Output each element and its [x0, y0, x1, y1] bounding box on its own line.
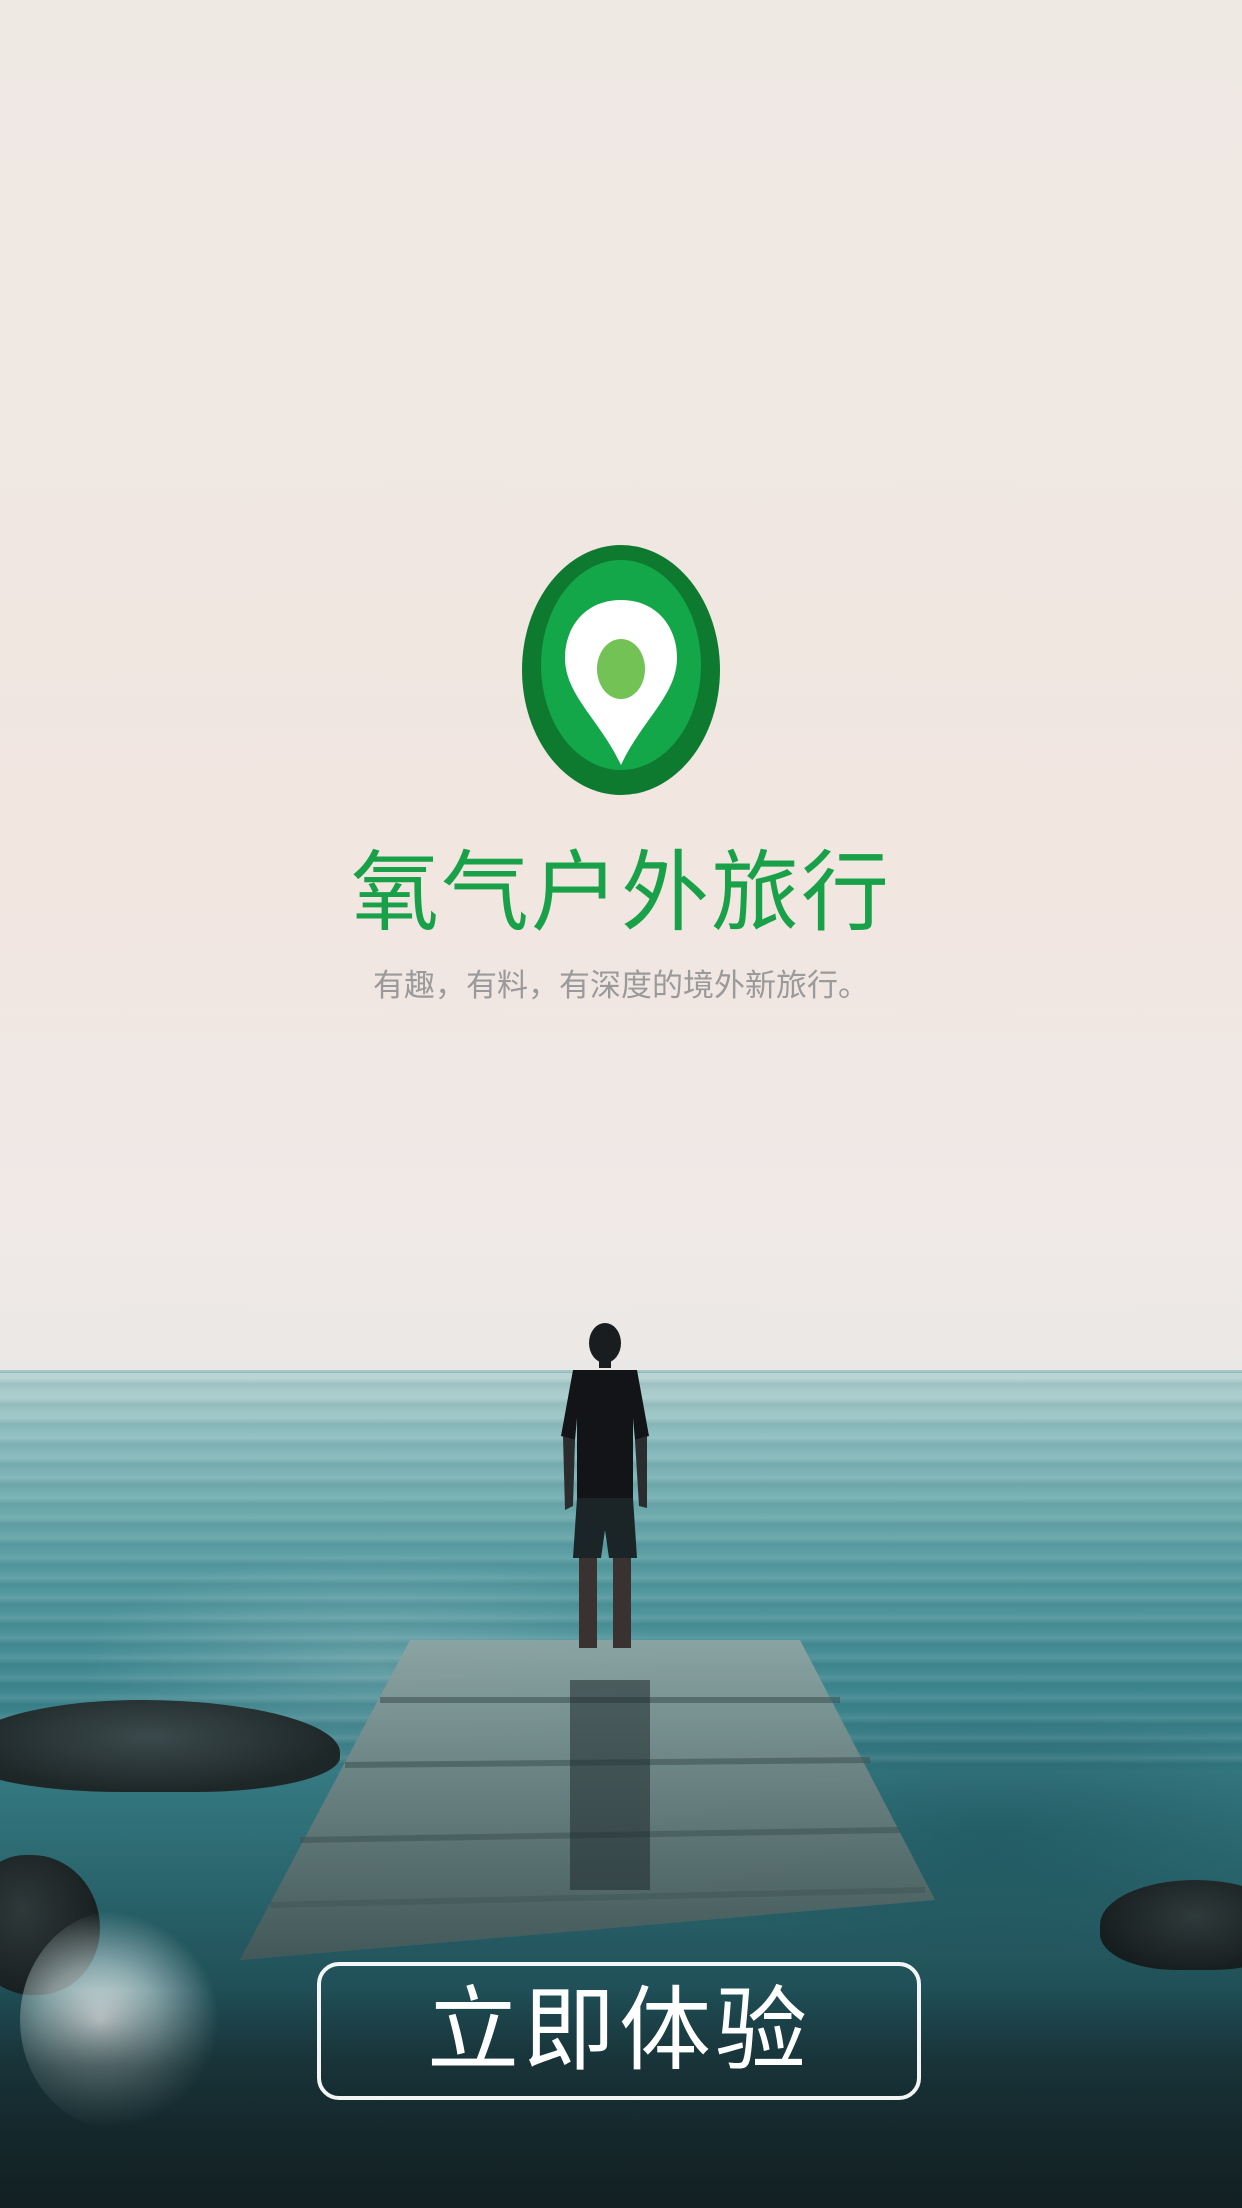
splash-screen: 氧气户外旅行 有趣，有料，有深度的境外新旅行。 立即体验 [0, 0, 1242, 2208]
pier [240, 1640, 935, 1960]
app-tagline: 有趣，有料，有深度的境外新旅行。 [373, 968, 869, 1004]
try-now-button[interactable]: 立即体验 [317, 1962, 921, 2100]
app-logo [522, 545, 720, 795]
person-silhouette [561, 1323, 649, 1648]
app-title: 氧气户外旅行 [350, 841, 891, 944]
